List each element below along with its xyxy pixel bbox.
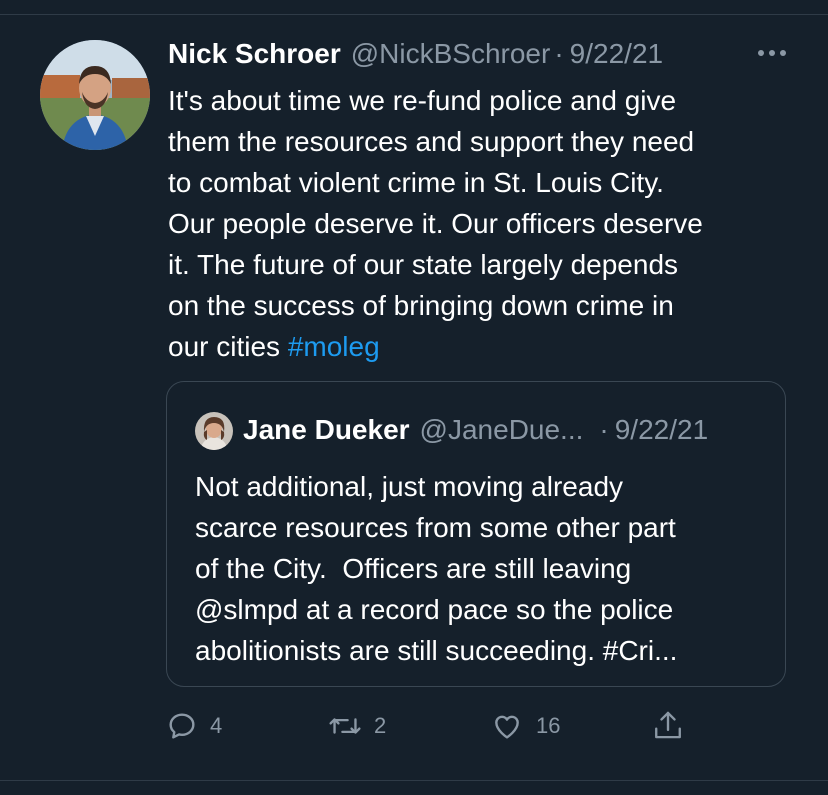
heart-icon	[495, 715, 519, 739]
quoted-text-line: scarce resources from some other part	[195, 512, 676, 543]
header-separator: ·	[554, 38, 564, 69]
tweet-text-line-last: our cities #moleg	[168, 326, 798, 367]
tweet-text-line: them the resources and support they need	[168, 126, 695, 157]
tweet-header: Nick Schroer @NickBSchroer · 9/22/21	[168, 34, 788, 74]
reply-count: 4	[210, 713, 223, 738]
quoted-header-separator: ·	[599, 414, 609, 445]
quoted-text-line: Not additional, just moving already	[195, 471, 624, 502]
quoted-tweet-text: Not additional, just moving already scar…	[195, 466, 775, 671]
like-button[interactable]: 16	[490, 706, 560, 746]
author-name[interactable]: Nick Schroer	[168, 38, 341, 70]
more-options-button[interactable]	[752, 38, 792, 68]
top-divider	[0, 14, 828, 15]
profile-photo-icon	[195, 412, 233, 450]
quoted-text-line: of the City. Officers are still leaving	[195, 553, 632, 584]
tweet-text: It's about time we re-fund police and gi…	[168, 80, 798, 367]
tweet-actions-bar: 4 2 16	[166, 706, 706, 746]
quoted-tweet-date[interactable]: 9/22/21	[615, 414, 708, 446]
tweet-text-fragment: our cities	[168, 331, 288, 362]
tweet-text-line: It's about time we re-fund police and gi…	[168, 85, 677, 116]
author-handle[interactable]: @NickBSchroer	[351, 38, 551, 70]
tweet-text-line: on the success of bringing down crime in	[168, 290, 674, 321]
reply-button[interactable]: 4	[166, 706, 222, 746]
bottom-divider	[0, 780, 828, 781]
retweet-button[interactable]: 2	[328, 706, 386, 746]
retweet-count: 2	[374, 713, 387, 738]
reply-icon	[169, 713, 195, 739]
quoted-tweet-card[interactable]: Jane Dueker @JaneDue... · 9/22/21 Not ad…	[166, 381, 786, 687]
tweet-text-line: Our people deserve it. Our officers dese…	[168, 208, 703, 239]
quoted-text-line: @slmpd at a record pace so the police	[195, 594, 674, 625]
share-button[interactable]	[652, 706, 684, 746]
quoted-author-handle[interactable]: @JaneDue...	[420, 414, 584, 446]
quoted-tweet-header: Jane Dueker @JaneDue... · 9/22/21	[243, 410, 773, 450]
share-icon	[655, 711, 681, 739]
profile-photo-icon	[40, 40, 150, 150]
tweet-text-line: it. The future of our state largely depe…	[168, 249, 679, 280]
quoted-text-line: abolitionists are still succeeding. #Cri…	[195, 635, 678, 666]
like-count: 16	[536, 713, 561, 738]
more-dots-icon	[758, 50, 786, 56]
retweet-icon	[329, 718, 361, 734]
tweet-date[interactable]: 9/22/21	[570, 38, 663, 70]
quoted-author-avatar[interactable]	[195, 412, 233, 450]
quoted-author-name[interactable]: Jane Dueker	[243, 414, 410, 446]
hashtag-link[interactable]: #moleg	[288, 331, 380, 362]
author-avatar[interactable]	[40, 40, 150, 150]
tweet-text-line: to combat violent crime in St. Louis Cit…	[168, 167, 664, 198]
